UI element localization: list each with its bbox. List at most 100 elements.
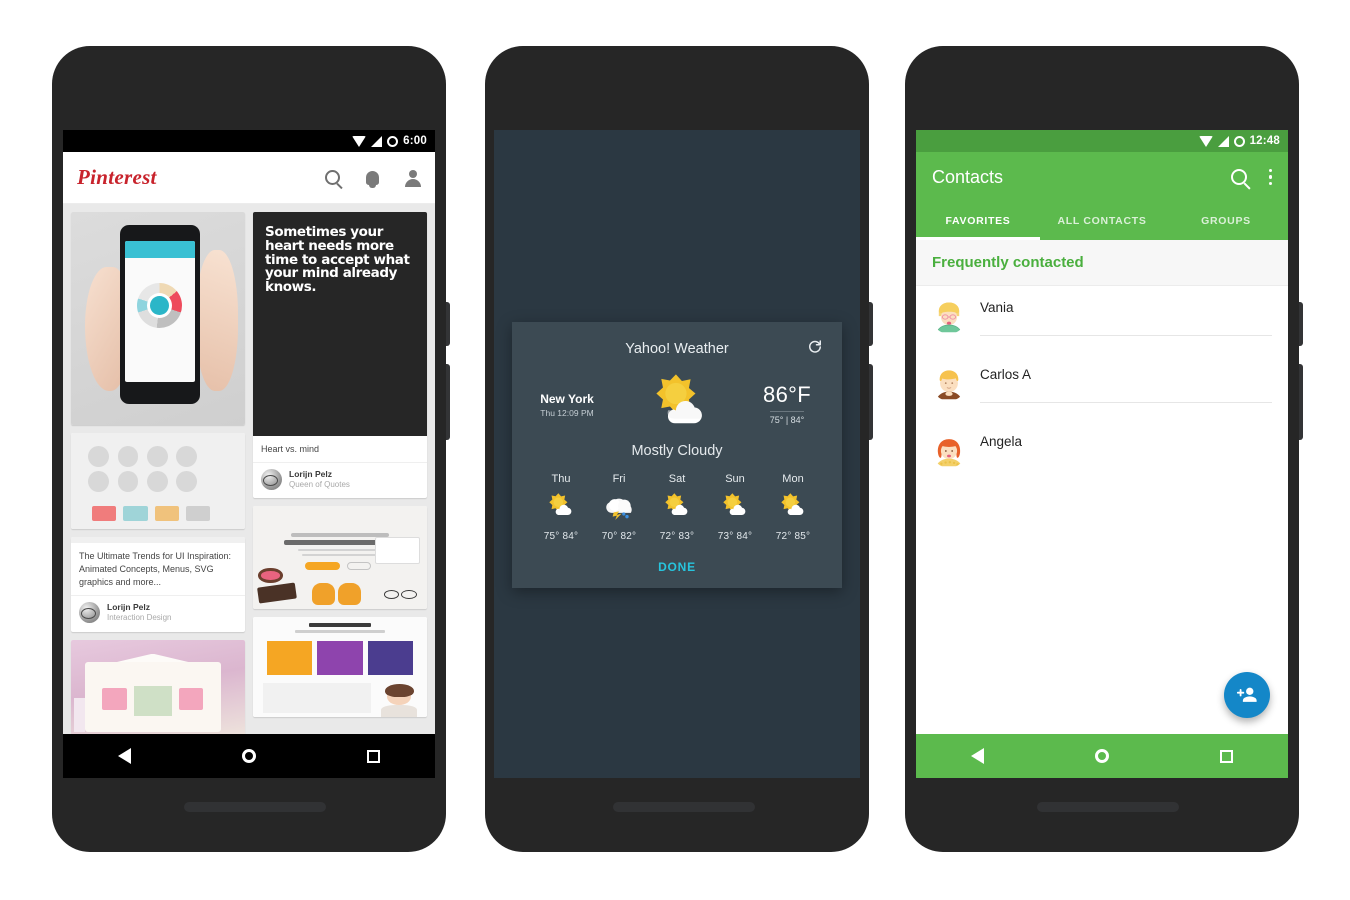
pin-image-bedroom: [71, 639, 245, 740]
pin-card[interactable]: [71, 212, 245, 425]
pin-author-subtitle: Queen of Quotes: [289, 480, 350, 490]
wifi-icon: [1198, 135, 1213, 147]
weather-city: New York: [540, 391, 594, 406]
forecast-temps: 72° 83°: [659, 531, 695, 542]
power-button[interactable]: [869, 302, 873, 346]
sun-behind-cloud-icon: [549, 493, 572, 516]
list-item[interactable]: Angela: [916, 420, 1288, 487]
pin-quote-text: Sometimes your heart needs more time to …: [265, 224, 410, 296]
sun-behind-cloud-icon: [781, 493, 804, 516]
back-icon[interactable]: [971, 748, 985, 764]
weather-dialog[interactable]: Yahoo! Weather New York Thu 12:09 PM 86°…: [512, 322, 842, 588]
tab-all-contacts[interactable]: ALL CONTACTS: [1040, 202, 1164, 240]
tab-favorites[interactable]: FAVORITES: [916, 202, 1040, 240]
android-navigation-bar[interactable]: [916, 734, 1288, 778]
wifi-icon: [352, 135, 367, 147]
pin-image-about-us: [253, 617, 427, 718]
volume-button[interactable]: [446, 364, 450, 440]
list-item[interactable]: Vania: [916, 286, 1288, 353]
power-button[interactable]: [1299, 302, 1303, 346]
home-icon[interactable]: [1094, 749, 1109, 763]
forecast-temps: 70° 82°: [601, 531, 637, 542]
avatar: [79, 602, 100, 624]
weather-condition: Mostly Cloudy: [631, 443, 723, 459]
contacts-list[interactable]: Vania Carlos A Angela: [916, 286, 1288, 487]
pin-author[interactable]: Lorijn Pelz Queen of Quotes: [253, 462, 427, 498]
pin-title: The Ultimate Trends for UI Inspiration: …: [79, 551, 232, 588]
sun-behind-cloud-icon: [643, 368, 711, 441]
tab-label: GROUPS: [1201, 215, 1251, 227]
contact-name: Carlos A: [980, 365, 1272, 403]
search-icon[interactable]: [325, 170, 340, 185]
weather-high-low: 75° | 84°: [769, 410, 805, 425]
power-button[interactable]: [446, 302, 450, 346]
add-contact-fab[interactable]: [1224, 672, 1270, 718]
contacts-tabs[interactable]: FAVORITES ALL CONTACTS GROUPS: [916, 202, 1288, 240]
pin-author-name: Lorijn Pelz: [289, 469, 332, 480]
forecast-temps: 73° 84°: [717, 531, 753, 542]
recents-icon[interactable]: [1219, 749, 1233, 763]
ring-icon: [387, 135, 399, 147]
weather-temperature-block: 86°F 75° | 84°: [748, 382, 826, 428]
volume-button[interactable]: [869, 364, 873, 440]
avatar: [261, 469, 282, 491]
forecast-day-name: Fri: [612, 473, 626, 485]
forecast-day[interactable]: Thu 75° 84°: [532, 473, 590, 542]
forecast-day[interactable]: Sat 72° 83°: [648, 473, 706, 542]
forecast-day[interactable]: Mon 72° 85°: [764, 473, 822, 542]
pin-author-name: Lorijn Pelz: [107, 602, 150, 613]
pin-card[interactable]: Sometimes your heart needs more time to …: [253, 212, 427, 499]
status-bar: 12:48: [916, 130, 1288, 152]
contacts-screen: 12:48 Contacts FAVORITES ALL CONTACTS GR…: [916, 130, 1288, 778]
weather-timestamp: Thu 12:09 PM: [540, 407, 594, 418]
pinterest-feed[interactable]: The Ultimate Trends for UI Inspiration: …: [63, 204, 435, 778]
pin-author-subtitle: Interaction Design: [107, 613, 172, 623]
pin-card[interactable]: [253, 506, 427, 610]
android-navigation-bar[interactable]: [63, 734, 435, 778]
forecast-day[interactable]: Sun 73° 84°: [706, 473, 764, 542]
recents-icon[interactable]: [366, 749, 380, 763]
page-title: Contacts: [932, 166, 1004, 187]
phone-chin-bar: [613, 802, 755, 812]
pinterest-app-bar: Pinterest: [63, 152, 435, 204]
pin-card[interactable]: [71, 433, 245, 529]
contacts-app-bar: Contacts: [916, 152, 1288, 202]
contact-name: Angela: [980, 434, 1023, 449]
done-label: DONE: [658, 560, 696, 574]
forecast-day-name: Sun: [725, 473, 745, 485]
weather-dialog-header: Yahoo! Weather: [528, 336, 826, 362]
signal-icon: [371, 135, 383, 147]
pin-image-ui-kit-2: [71, 537, 245, 543]
search-icon[interactable]: [1230, 169, 1247, 185]
feed-column-left: The Ultimate Trends for UI Inspiration: …: [71, 212, 245, 770]
pin-card[interactable]: [253, 617, 427, 718]
pin-image-ui-kit: [71, 433, 245, 529]
ring-icon: [1233, 135, 1245, 147]
pin-author[interactable]: Lorijn Pelz Interaction Design: [71, 595, 245, 631]
forecast-day-name: Sat: [668, 473, 686, 485]
pin-card[interactable]: The Ultimate Trends for UI Inspiration: …: [71, 537, 245, 632]
back-icon[interactable]: [118, 748, 132, 764]
refresh-icon[interactable]: [806, 338, 824, 356]
pin-image-web-design: [253, 506, 427, 610]
forecast-day[interactable]: Fri 70° 82°: [590, 473, 648, 542]
volume-button[interactable]: [1299, 364, 1303, 440]
weather-current-row: New York Thu 12:09 PM 86°F 75° | 84°: [528, 368, 826, 441]
forecast-temps: 75° 84°: [543, 531, 579, 542]
overflow-menu-icon[interactable]: [1268, 168, 1272, 186]
pin-image-hand-phone: [71, 212, 245, 425]
tab-groups[interactable]: GROUPS: [1164, 202, 1288, 240]
sun-behind-cloud-icon: [723, 493, 746, 516]
sun-behind-cloud-icon: [665, 493, 688, 516]
notifications-bell-icon[interactable]: [366, 170, 379, 188]
contact-name: Vania: [980, 298, 1272, 336]
pin-card[interactable]: [71, 639, 245, 740]
list-item[interactable]: Carlos A: [916, 353, 1288, 420]
weather-done-button[interactable]: DONE: [528, 558, 826, 576]
screenshot-stage: 6:00 Pinterest The Ultimate Trends for U…: [0, 0, 1350, 900]
home-icon[interactable]: [241, 749, 256, 763]
profile-person-icon[interactable]: [405, 169, 421, 187]
phone-chin-bar: [184, 802, 326, 812]
tab-label: ALL CONTACTS: [1057, 215, 1147, 227]
phone-chin-bar: [1037, 802, 1179, 812]
